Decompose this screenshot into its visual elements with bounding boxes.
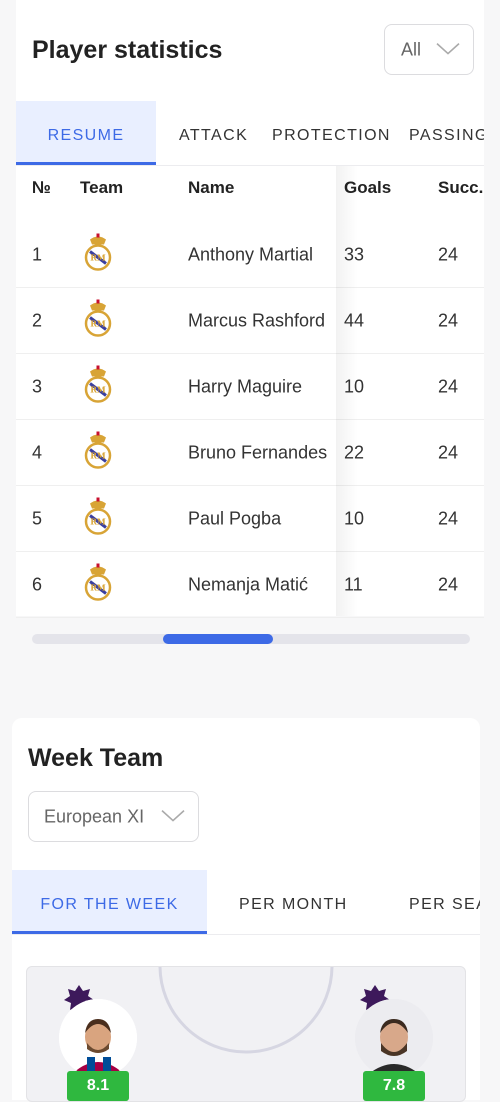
svg-text:RM: RM: [90, 384, 106, 394]
success-value: 24: [438, 376, 459, 396]
real-madrid-crest-icon: RM: [84, 497, 112, 540]
tab-attack[interactable]: ATTACK: [179, 101, 248, 165]
column-header-success[interactable]: Succ.: [438, 178, 483, 198]
success-value: 24: [438, 508, 459, 528]
success-value: 24: [438, 244, 459, 264]
player-avatar: [355, 999, 433, 1077]
real-madrid-crest-icon: RM: [84, 299, 112, 342]
team-formation-pitch: 8.1 7.8: [26, 966, 466, 1102]
tab-for-the-week[interactable]: FOR THE WEEK: [12, 870, 207, 934]
chevron-down-icon: [161, 809, 185, 822]
player-name[interactable]: Bruno Fernandes: [188, 442, 327, 463]
week-team-tab-bar: FOR THE WEEK PER MONTH PER SEA: [12, 870, 480, 935]
row-number: 2: [32, 310, 43, 330]
player-name[interactable]: Marcus Rashford: [188, 310, 325, 331]
tab-per-season[interactable]: PER SEA: [409, 870, 480, 934]
player-name[interactable]: Nemanja Matić: [188, 574, 308, 595]
player-avatar: [59, 999, 137, 1077]
player-card[interactable]: 8.1: [59, 967, 139, 1101]
horizontal-scrollbar[interactable]: [32, 634, 470, 644]
scroll-shadow: [336, 166, 358, 616]
row-number: 3: [32, 376, 43, 396]
table-row[interactable]: 6 RM Nemanja Matić 11 24: [16, 552, 484, 618]
svg-text:RM: RM: [90, 582, 106, 592]
real-madrid-crest-icon: RM: [84, 431, 112, 474]
week-team-card: Week Team European XI FOR THE WEEK PER M…: [12, 718, 480, 1102]
player-rating-badge: 8.1: [67, 1071, 129, 1101]
stats-tab-bar: RESUME ATTACK PROTECTION PASSING: [16, 101, 484, 166]
player-name[interactable]: Paul Pogba: [188, 508, 281, 529]
success-value: 24: [438, 442, 459, 462]
filter-dropdown[interactable]: All: [384, 24, 474, 75]
real-madrid-crest-icon: RM: [84, 233, 112, 276]
row-number: 4: [32, 442, 43, 462]
section-title: Week Team: [28, 744, 164, 772]
league-filter-value: European XI: [44, 806, 145, 826]
page-title: Player statistics: [32, 36, 223, 64]
table-row[interactable]: 5 RM Paul Pogba 10 24: [16, 486, 484, 552]
real-madrid-crest-icon: RM: [84, 365, 112, 408]
filter-dropdown-value: All: [401, 39, 422, 59]
row-number: 6: [32, 574, 43, 594]
table-row[interactable]: 2 RM Marcus Rashford 44 24: [16, 288, 484, 354]
league-filter-dropdown[interactable]: European XI: [28, 791, 199, 842]
real-madrid-crest-icon: RM: [84, 563, 112, 606]
player-rating-badge: 7.8: [363, 1071, 425, 1101]
svg-text:RM: RM: [90, 450, 106, 460]
table-row[interactable]: 1 RM Anthony Martial 33 24: [16, 222, 484, 288]
player-name[interactable]: Anthony Martial: [188, 244, 313, 265]
column-header-number: №: [32, 178, 51, 197]
svg-text:RM: RM: [90, 318, 106, 328]
tab-passing[interactable]: PASSING: [409, 101, 484, 165]
chevron-down-icon: [436, 42, 460, 55]
row-number: 5: [32, 508, 43, 528]
player-card[interactable]: 7.8: [355, 967, 435, 1101]
tab-per-month[interactable]: PER MONTH: [239, 870, 348, 934]
player-statistics-card: Player statistics All RESUME ATTACK PROT…: [16, 0, 484, 618]
player-name[interactable]: Harry Maguire: [188, 376, 302, 397]
column-header-name: Name: [188, 178, 235, 197]
tab-resume[interactable]: RESUME: [16, 101, 156, 165]
column-header-team: Team: [80, 178, 124, 197]
table-row[interactable]: 3 RM Harry Maguire 10 24: [16, 354, 484, 420]
svg-text:RM: RM: [90, 516, 106, 526]
scrollbar-thumb[interactable]: [163, 634, 273, 644]
success-value: 24: [438, 310, 459, 330]
tab-protection[interactable]: PROTECTION: [272, 101, 391, 165]
svg-text:RM: RM: [90, 252, 106, 262]
table-row[interactable]: 4 RM Bruno Fernandes 22 24: [16, 420, 484, 486]
row-number: 1: [32, 244, 43, 264]
success-value: 24: [438, 574, 459, 594]
